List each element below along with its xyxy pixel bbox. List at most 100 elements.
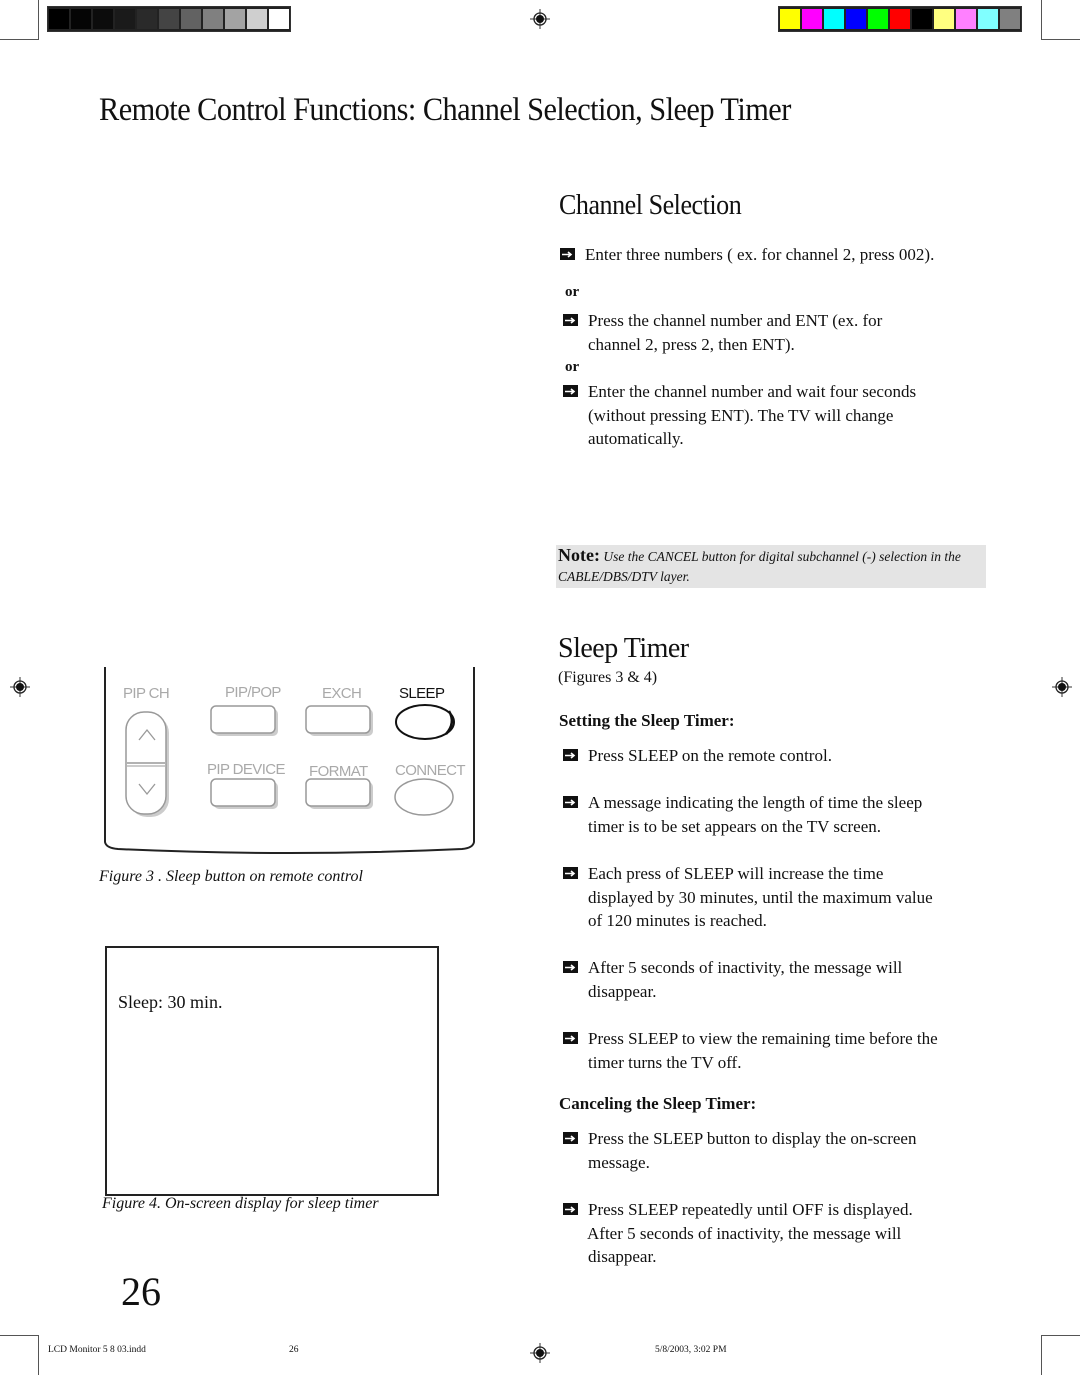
color-swatch [934,9,954,29]
registration-mark-icon [530,1343,550,1363]
note-text: Use the CANCEL button for digital subcha… [558,549,961,584]
gray-swatch [247,9,267,29]
gray-swatch [93,9,113,29]
slug-page: 26 [289,1345,299,1355]
step-text: channel 2, press 2, then ENT). [588,334,795,354]
sleep-step-4: After 5 seconds of inactivity, the messa… [563,956,993,1003]
gray-swatch [225,9,245,29]
gray-swatch [203,9,223,29]
exch-label: EXCH [322,685,362,702]
color-swatch [846,9,866,29]
color-swatch [802,9,822,29]
arrow-bullet-icon [563,796,578,808]
step-text: of 120 minutes is reached. [588,911,767,930]
slug-timestamp: 5/8/2003, 3:02 PM [655,1345,727,1355]
slug-filename: LCD Monitor 5 8 03.indd [48,1345,146,1355]
pip-pop-label: PIP/POP [225,684,281,701]
step-text: Press the SLEEP button to display the on… [588,1129,917,1148]
gray-swatch [269,9,289,29]
channel-step-3: Enter the channel number and wait four s… [563,380,993,451]
sleep-step-2: A message indicating the length of time … [563,791,993,838]
setting-sleep-timer-heading: Setting the Sleep Timer: [559,711,735,730]
registration-mark-icon [530,9,550,29]
arrow-bullet-icon [563,749,578,761]
pip-device-label: PIP DEVICE [207,761,286,778]
figures-reference: (Figures 3 & 4) [558,669,658,686]
color-swatch [956,9,976,29]
connect-label: CONNECT [395,762,466,779]
gray-swatch [159,9,179,29]
step-text: A message indicating the length of time … [588,793,923,812]
note-box: Note: Use the CANCEL button for digital … [556,545,986,588]
arrow-bullet-icon [563,1032,578,1044]
gray-swatch [181,9,201,29]
gray-swatch [115,9,135,29]
step-text: Each press of SLEEP will increase the ti… [588,864,884,883]
color-swatch [780,9,800,29]
step-text: Press SLEEP to view the remaining time b… [588,1029,938,1048]
cancel-step-2: Press SLEEP repeatedly until OFF is disp… [563,1198,993,1269]
color-swatch [912,9,932,29]
arrow-bullet-icon [563,1132,578,1144]
step-text: disappear. [588,1247,657,1266]
step-text: timer turns the TV off. [588,1052,742,1072]
crop-mark-top-left [0,0,39,40]
pip-ch-label: PIP CH [123,685,170,702]
color-swatch [1000,9,1020,29]
arrow-bullet-icon [563,961,578,973]
color-swatch [978,9,998,29]
gray-swatch [71,9,91,29]
cancel-step-1: Press the SLEEP button to display the on… [563,1127,993,1174]
color-swatch [868,9,888,29]
channel-selection-heading: Channel Selection [559,190,742,221]
on-screen-display-figure: Sleep: 30 min. [105,946,439,1196]
step-text: automatically. [588,429,684,448]
step-text: Press the channel number and ENT (ex. fo… [588,311,883,330]
color-bar [778,6,1022,32]
format-label: FORMAT [309,763,368,780]
color-swatch [890,9,910,29]
channel-step-1: Enter three numbers ( ex. for channel 2,… [560,243,990,267]
sleep-timer-heading: Sleep Timer [558,633,689,664]
sleep-step-1: Press SLEEP on the remote control. [563,744,993,768]
gray-swatch [137,9,157,29]
arrow-bullet-icon [563,1203,578,1215]
or-label: or [565,359,580,375]
canceling-sleep-timer-heading: Canceling the Sleep Timer: [559,1094,757,1113]
note-label: Note: [558,545,600,565]
arrow-bullet-icon [563,385,578,397]
step-text: timer is to be set appears on the TV scr… [588,816,882,836]
sleep-step-5: Press SLEEP to view the remaining time b… [563,1027,993,1074]
or-label: or [565,284,580,300]
step-text: After 5 seconds of inactivity, the messa… [588,958,903,977]
registration-mark-icon [1052,677,1072,697]
sleep-step-3: Each press of SLEEP will increase the ti… [563,862,993,933]
remote-control-figure: PIP CH PIP/POP EXCH SLEEP PIP DEVICE FOR… [104,667,476,857]
step-text: message. [588,1152,650,1172]
step-text: Press SLEEP on the remote control. [588,746,832,765]
osd-sleep-message: Sleep: 30 min. [118,992,223,1012]
step-text: Enter the channel number and wait four s… [588,382,917,401]
step-text: (without pressing ENT). The TV will chan… [588,405,894,425]
arrow-bullet-icon [560,248,575,260]
channel-step-2: Press the channel number and ENT (ex. fo… [563,309,993,356]
gray-swatch [49,9,69,29]
figure-4-caption: Figure 4. On-screen display for sleep ti… [102,1195,379,1212]
color-swatch [824,9,844,29]
crop-mark-bottom-right [1041,1335,1080,1375]
figure-3-caption: Figure 3 . Sleep button on remote contro… [99,868,363,885]
step-text: displayed by 30 minutes, until the maxim… [588,887,933,907]
step-text: Press SLEEP repeatedly until OFF is disp… [588,1200,913,1219]
sleep-label: SLEEP [399,685,445,702]
page-title: Remote Control Functions: Channel Select… [99,92,791,128]
page-number: 26 [121,1269,161,1314]
crop-mark-top-right [1041,0,1080,40]
step-text: disappear. [588,981,657,1001]
arrow-bullet-icon [563,314,578,326]
arrow-bullet-icon [563,867,578,879]
crop-mark-bottom-left [0,1335,39,1375]
step-text: After 5 seconds of inactivity, the messa… [587,1223,902,1243]
grayscale-bar [47,6,291,32]
step-text: Enter three numbers ( ex. for channel 2,… [585,245,935,264]
registration-mark-icon [10,677,30,697]
